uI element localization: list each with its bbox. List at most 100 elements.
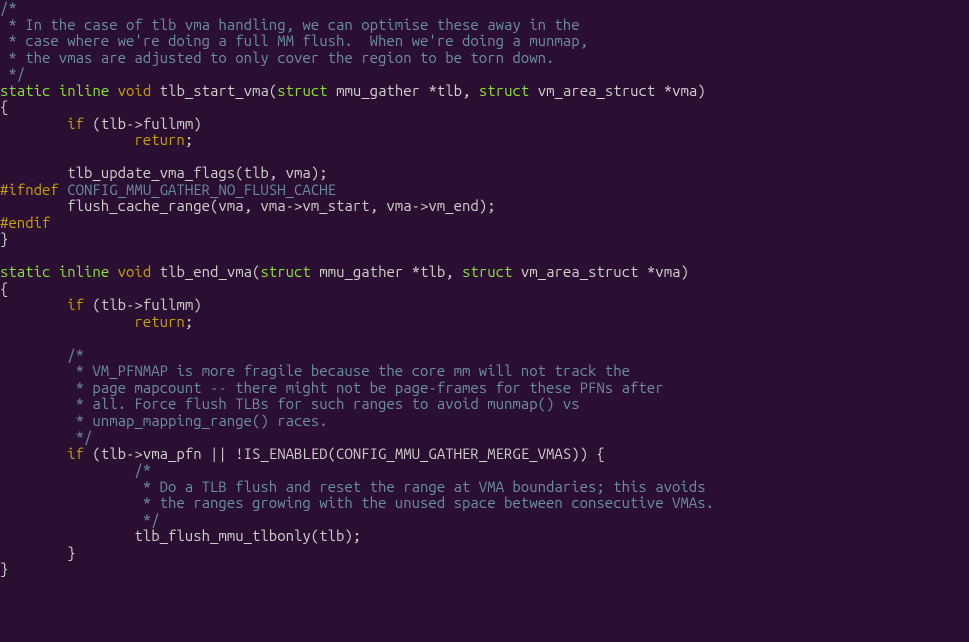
code-token: /*	[0, 0, 17, 16]
code-token: flush_cache_range(vma, vma->vm_start, vm…	[0, 197, 496, 214]
code-token: tlb_update_vma_flags(tlb, vma);	[0, 164, 328, 181]
code-line[interactable]: #endif	[0, 215, 969, 232]
code-line[interactable]	[0, 149, 969, 166]
code-token: struct	[277, 82, 327, 99]
code-token: * the vmas are adjusted to only cover th…	[0, 49, 554, 66]
code-token: tlb_start_vma(	[160, 82, 278, 99]
code-token: * case where we're doing a full MM flush…	[0, 32, 588, 49]
code-line[interactable]: * Do a TLB flush and reset the range at …	[0, 479, 969, 496]
code-token: {	[0, 280, 8, 297]
code-line[interactable]: #ifndef CONFIG_MMU_GATHER_NO_FLUSH_CACHE	[0, 182, 969, 199]
code-line[interactable]: * case where we're doing a full MM flush…	[0, 33, 969, 50]
code-line[interactable]: }	[0, 561, 969, 578]
code-line[interactable]: * the ranges growing with the unused spa…	[0, 495, 969, 512]
code-token: * In the case of tlb vma handling, we ca…	[0, 16, 580, 33]
code-line[interactable]: * unmap_mapping_range() races.	[0, 413, 969, 430]
code-line[interactable]: * VM_PFNMAP is more fragile because the …	[0, 363, 969, 380]
code-token: #ifndef	[0, 181, 59, 198]
code-line[interactable]: * page mapcount -- there might not be pa…	[0, 380, 969, 397]
code-token: inline	[59, 263, 109, 280]
code-line[interactable]: * all. Force flush TLBs for such ranges …	[0, 396, 969, 413]
code-token: mmu_gather *tlb,	[336, 82, 479, 99]
code-line[interactable]: */	[0, 66, 969, 83]
code-token: vm_area_struct *vma)	[521, 263, 689, 280]
code-token	[151, 82, 159, 99]
code-token: */	[0, 65, 25, 82]
code-token	[50, 263, 58, 280]
code-token	[109, 263, 117, 280]
code-token	[529, 82, 537, 99]
code-line[interactable]: {	[0, 281, 969, 298]
code-token: mmu_gather *tlb,	[319, 263, 462, 280]
code-token: /*	[0, 461, 151, 478]
code-token	[151, 263, 159, 280]
code-line[interactable]: static inline void tlb_end_vma(struct mm…	[0, 264, 969, 281]
code-token	[311, 263, 319, 280]
code-token: ;	[185, 131, 193, 148]
code-token: static	[0, 82, 50, 99]
code-token: return	[134, 313, 184, 330]
code-token: */	[0, 511, 160, 528]
code-line[interactable]: */	[0, 512, 969, 529]
code-line[interactable]: /*	[0, 0, 969, 17]
code-token: * Do a TLB flush and reset the range at …	[0, 478, 706, 495]
code-token: (tlb->vma_pfn || !IS_ENABLED(CONFIG_MMU_…	[84, 445, 605, 462]
code-token: return	[134, 131, 184, 148]
code-token: * all. Force flush TLBs for such ranges …	[0, 395, 580, 412]
code-token: /*	[0, 346, 84, 363]
code-line[interactable]: * In the case of tlb vma handling, we ca…	[0, 17, 969, 34]
code-token: * the ranges growing with the unused spa…	[0, 494, 714, 511]
code-token: if	[67, 296, 84, 313]
code-token: struct	[479, 82, 529, 99]
code-token: }	[0, 560, 8, 577]
code-line[interactable]: tlb_update_vma_flags(tlb, vma);	[0, 165, 969, 182]
code-token	[328, 82, 336, 99]
code-token	[0, 313, 134, 330]
code-token: tlb_end_vma(	[160, 263, 261, 280]
code-line[interactable]: if (tlb->fullmm)	[0, 116, 969, 133]
code-token: struct	[462, 263, 512, 280]
code-token: tlb_flush_mmu_tlbonly(tlb);	[0, 527, 361, 544]
code-token	[109, 82, 117, 99]
code-line[interactable]: }	[0, 545, 969, 562]
code-token	[0, 296, 67, 313]
code-line[interactable]: if (tlb->fullmm)	[0, 297, 969, 314]
code-token: * page mapcount -- there might not be pa…	[0, 379, 664, 396]
code-line[interactable]: * the vmas are adjusted to only cover th…	[0, 50, 969, 67]
code-line[interactable]: tlb_flush_mmu_tlbonly(tlb);	[0, 528, 969, 545]
code-token: inline	[59, 82, 109, 99]
code-line[interactable]: /*	[0, 347, 969, 364]
code-token: ;	[185, 313, 193, 330]
code-token	[512, 263, 520, 280]
code-token	[0, 131, 134, 148]
code-line[interactable]	[0, 330, 969, 347]
code-token: {	[0, 98, 8, 115]
code-line[interactable]: if (tlb->vma_pfn || !IS_ENABLED(CONFIG_M…	[0, 446, 969, 463]
code-line[interactable]: }	[0, 231, 969, 248]
code-line[interactable]: static inline void tlb_start_vma(struct …	[0, 83, 969, 100]
code-token: */	[0, 428, 92, 445]
code-line[interactable]: /*	[0, 462, 969, 479]
code-token	[0, 445, 67, 462]
code-editor[interactable]: /* * In the case of tlb vma handling, we…	[0, 0, 969, 578]
code-token: void	[118, 82, 152, 99]
code-token: CONFIG_MMU_GATHER_NO_FLUSH_CACHE	[59, 181, 336, 198]
code-token: * unmap_mapping_range() races.	[0, 412, 328, 429]
code-token	[0, 115, 67, 132]
code-token: vm_area_struct *vma)	[538, 82, 706, 99]
code-token: struct	[260, 263, 310, 280]
code-line[interactable]: flush_cache_range(vma, vma->vm_start, vm…	[0, 198, 969, 215]
code-token: * VM_PFNMAP is more fragile because the …	[0, 362, 630, 379]
code-token: void	[118, 263, 152, 280]
code-token: #endif	[0, 214, 50, 231]
code-token: }	[0, 230, 8, 247]
code-token: if	[67, 445, 84, 462]
code-line[interactable]: */	[0, 429, 969, 446]
code-token	[50, 82, 58, 99]
code-line[interactable]: {	[0, 99, 969, 116]
code-line[interactable]: return;	[0, 314, 969, 331]
code-line[interactable]	[0, 248, 969, 265]
code-token: static	[0, 263, 50, 280]
code-line[interactable]: return;	[0, 132, 969, 149]
code-token: (tlb->fullmm)	[84, 296, 202, 313]
